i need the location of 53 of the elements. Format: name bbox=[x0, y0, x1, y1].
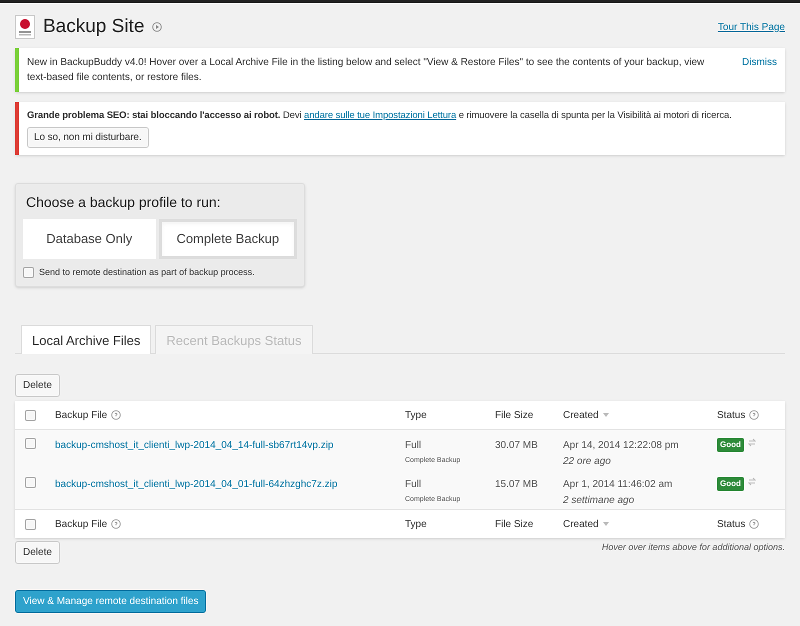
play-icon bbox=[152, 22, 162, 32]
column-header: Status bbox=[717, 518, 746, 532]
settings-link[interactable]: andare sulle tue Impostazioni Lettura bbox=[304, 110, 456, 120]
page-title: Backup Site bbox=[43, 15, 144, 39]
checkbox[interactable] bbox=[23, 267, 34, 278]
help-icon bbox=[749, 410, 760, 420]
delete-button[interactable]: Delete bbox=[15, 541, 60, 564]
checkbox[interactable] bbox=[25, 410, 36, 421]
status-badge: Good bbox=[717, 477, 744, 492]
column-header: File Size bbox=[495, 408, 534, 423]
column-header: Created bbox=[563, 518, 599, 532]
type-cell-text: Full bbox=[405, 478, 422, 492]
checkbox[interactable] bbox=[25, 477, 36, 488]
column-header: Backup File bbox=[55, 518, 108, 532]
profile-button[interactable]: Complete Backup bbox=[158, 218, 297, 259]
status-badge: Good bbox=[717, 438, 744, 452]
age-cell-text: 22 ore ago bbox=[563, 455, 612, 470]
dismiss-button[interactable]: Lo so, non mi disturbare. bbox=[27, 126, 149, 148]
remote-files-button[interactable]: View & Manage remote destination files bbox=[15, 590, 206, 614]
refresh-icon[interactable] bbox=[748, 438, 756, 448]
column-header: Backup File bbox=[55, 408, 108, 423]
logo-icon bbox=[15, 15, 35, 40]
backup-file-link[interactable]: backup-cmshost_it_clienti_lwp-2014_04_14-full-sb67rt14vp.zip bbox=[55, 438, 405, 470]
notice-text: New in BackupBuddy v4.0! Hover over a Local Archive File in the listing below and select "View & Restore Files" to see the contents of your backup, view text-based file contents, or restore files. bbox=[27, 56, 706, 84]
age-cell-text: 2 settimane ago bbox=[563, 494, 636, 508]
delete-button[interactable]: Delete bbox=[15, 374, 60, 398]
tour-link[interactable]: Tour This Page bbox=[718, 20, 785, 35]
sort-icon bbox=[602, 413, 609, 418]
help-icon bbox=[749, 519, 760, 530]
column-header: File Size bbox=[495, 518, 534, 532]
dismiss-link[interactable]: Dismiss bbox=[742, 54, 777, 84]
checkbox[interactable] bbox=[25, 438, 36, 450]
remote-option-label: Send to remote destination as part of backup process. bbox=[39, 266, 255, 279]
tab[interactable]: Local Archive Files bbox=[21, 325, 152, 354]
notice-text: Grande problema SEO: stai bloccando l'accesso ai robot. Devi andare sulle tue Impostazioni Lettura e rimuovere la casella di spunta per la Visibilità ai motori di ricerca. bbox=[27, 108, 733, 122]
size-cell-text: 15.07 MB bbox=[495, 478, 539, 492]
help-icon bbox=[111, 410, 122, 420]
checkbox[interactable] bbox=[25, 518, 36, 530]
column-header: Created bbox=[563, 408, 599, 423]
size-cell-text: 30.07 MB bbox=[495, 439, 539, 454]
column-header: Type bbox=[405, 518, 427, 532]
column-header: Type bbox=[405, 408, 427, 423]
refresh-icon[interactable] bbox=[748, 477, 756, 486]
hint-text: Hover over items above for additional options. bbox=[602, 541, 785, 554]
profile-button[interactable]: Database Only bbox=[23, 218, 156, 259]
panel-title: Choose a backup profile to run: bbox=[25, 192, 222, 212]
sort-icon bbox=[602, 522, 609, 526]
column-header: Status bbox=[717, 408, 746, 423]
help-icon bbox=[111, 519, 122, 530]
created-cell-text: Apr 14, 2014 12:22:08 pm bbox=[563, 439, 680, 454]
backup-file-link[interactable]: backup-cmshost_it_clienti_lwp-2014_04_01-full-64zhzghc7z.zip bbox=[55, 477, 405, 510]
type-cell-text: Full bbox=[405, 439, 422, 454]
created-cell-text: Apr 1, 2014 11:46:02 am bbox=[563, 478, 674, 492]
